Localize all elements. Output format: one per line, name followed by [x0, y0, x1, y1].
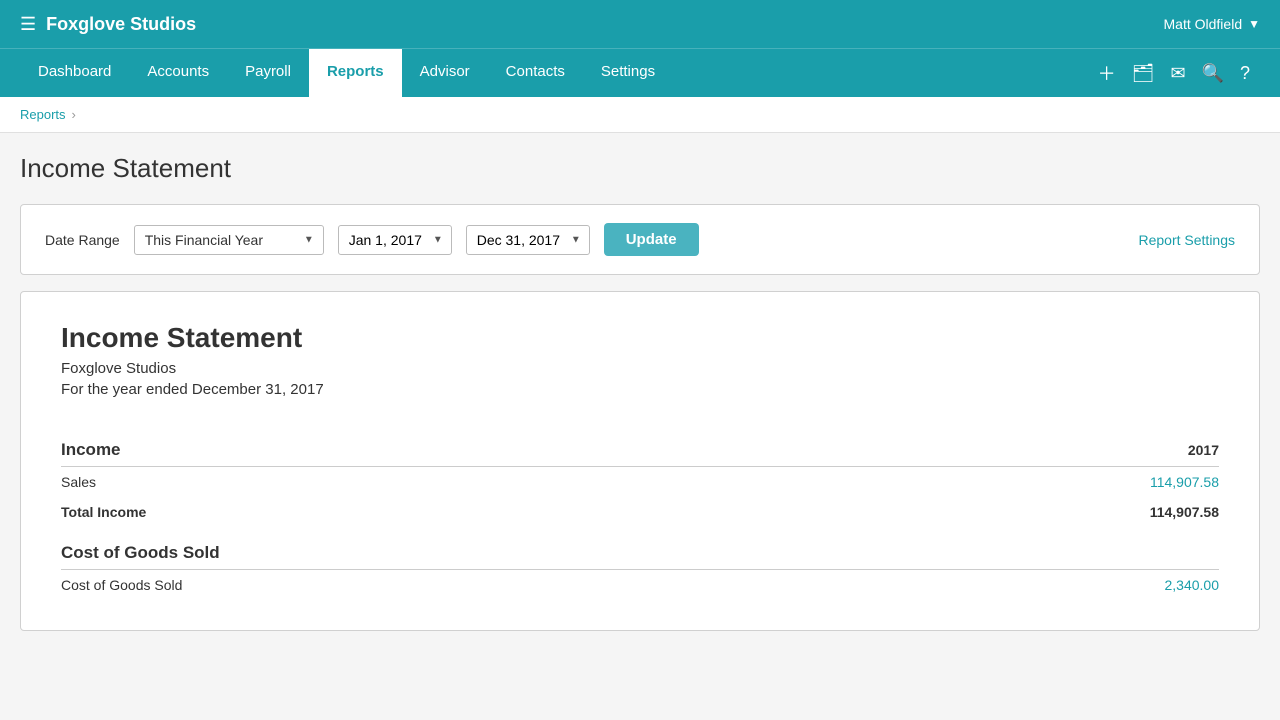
- report-card: Income Statement Foxglove Studios For th…: [20, 291, 1260, 631]
- nav-bar: Dashboard Accounts Payroll Reports Advis…: [0, 48, 1280, 97]
- breadcrumb: Reports ›: [0, 97, 1280, 133]
- page-title: Income Statement: [20, 153, 1260, 184]
- report-period: For the year ended December 31, 2017: [61, 381, 1219, 398]
- year-col-header: 2017: [867, 428, 1219, 467]
- nav-accounts[interactable]: Accounts: [129, 49, 227, 97]
- user-name: Matt Oldfield: [1164, 16, 1243, 32]
- table-row: Cost of Goods Sold 2,340.00: [61, 570, 1219, 600]
- nav-right: ＋ 🗂 ✉ 🔍 ?: [1098, 49, 1260, 97]
- nav-dashboard[interactable]: Dashboard: [20, 49, 129, 97]
- nav-payroll[interactable]: Payroll: [227, 49, 309, 97]
- date-range-select-wrapper[interactable]: This Financial Year Last Financial Year …: [134, 225, 324, 255]
- add-icon[interactable]: ＋: [1098, 60, 1116, 86]
- date-range-label: Date Range: [45, 232, 120, 248]
- search-icon[interactable]: 🔍: [1202, 63, 1224, 84]
- app-logo: Foxglove Studios: [46, 14, 196, 35]
- date-range-select[interactable]: This Financial Year Last Financial Year …: [134, 225, 324, 255]
- breadcrumb-reports-link[interactable]: Reports: [20, 107, 66, 122]
- report-settings-link[interactable]: Report Settings: [1139, 232, 1236, 248]
- nav-settings[interactable]: Settings: [583, 49, 673, 97]
- income-section-header: Income 2017: [61, 428, 1219, 467]
- update-button[interactable]: Update: [604, 223, 699, 256]
- end-date-select[interactable]: Dec 31, 2017: [467, 226, 589, 254]
- table-row: Sales 114,907.58: [61, 467, 1219, 497]
- start-date-select[interactable]: Jan 1, 2017: [339, 226, 451, 254]
- total-income-label: Total Income: [61, 497, 867, 527]
- user-menu-chevron-icon: ▼: [1248, 17, 1260, 31]
- mail-icon[interactable]: ✉: [1170, 63, 1185, 84]
- income-section-label: Income: [61, 428, 867, 467]
- cogs-label: Cost of Goods Sold: [61, 570, 867, 600]
- folder-icon[interactable]: 🗂: [1132, 63, 1155, 84]
- report-card-title: Income Statement: [61, 322, 1219, 354]
- user-menu[interactable]: Matt Oldfield ▼: [1164, 16, 1260, 32]
- nav-left: Dashboard Accounts Payroll Reports Advis…: [20, 49, 673, 97]
- top-bar: ☰ Foxglove Studios Matt Oldfield ▼: [0, 0, 1280, 48]
- total-income-row: Total Income 114,907.58: [61, 497, 1219, 527]
- nav-reports[interactable]: Reports: [309, 49, 402, 97]
- nav-contacts[interactable]: Contacts: [488, 49, 583, 97]
- start-date-wrapper[interactable]: Jan 1, 2017: [338, 225, 452, 255]
- cogs-amount[interactable]: 2,340.00: [867, 570, 1219, 600]
- cogs-section-header: Cost of Goods Sold: [61, 527, 1219, 570]
- page-content: Income Statement Date Range This Financi…: [0, 133, 1280, 651]
- cogs-section-label: Cost of Goods Sold: [61, 527, 867, 570]
- sales-amount[interactable]: 114,907.58: [867, 467, 1219, 497]
- breadcrumb-separator: ›: [72, 107, 76, 122]
- report-table: Income 2017 Sales 114,907.58 Total Incom…: [61, 428, 1219, 600]
- total-income-amount: 114,907.58: [867, 497, 1219, 527]
- filter-bar: Date Range This Financial Year Last Fina…: [20, 204, 1260, 275]
- nav-advisor[interactable]: Advisor: [402, 49, 488, 97]
- end-date-wrapper[interactable]: Dec 31, 2017: [466, 225, 590, 255]
- hamburger-icon[interactable]: ☰: [20, 14, 36, 35]
- help-icon[interactable]: ?: [1240, 63, 1250, 84]
- sales-label: Sales: [61, 467, 867, 497]
- report-company: Foxglove Studios: [61, 360, 1219, 377]
- top-bar-left: ☰ Foxglove Studios: [20, 14, 196, 35]
